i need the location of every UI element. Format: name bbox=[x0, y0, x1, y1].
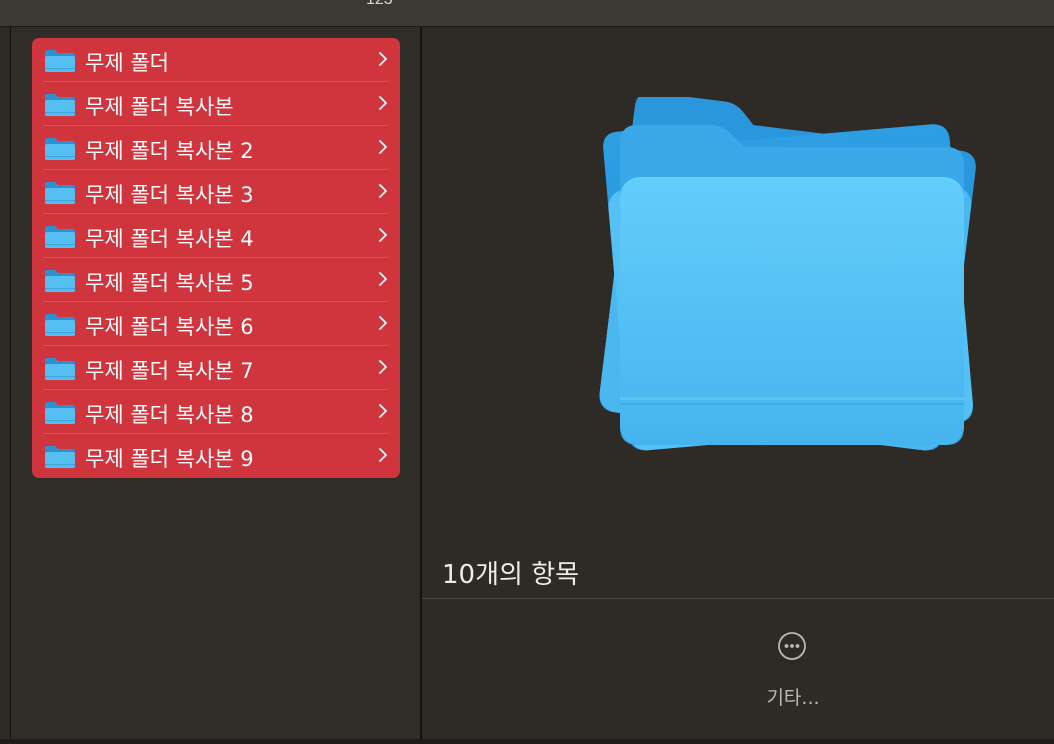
folder-icon bbox=[45, 358, 75, 380]
list-item-label: 무제 폴더 복사본 2 bbox=[85, 139, 254, 163]
selected-items-group: 무제 폴더 무제 폴더 복사본 무제 폴더 복사본 2 무제 폴더 복사본 3 … bbox=[32, 38, 400, 478]
list-item[interactable]: 무제 폴더 복사본 6 bbox=[32, 302, 400, 346]
list-item-label: 무제 폴더 복사본 9 bbox=[85, 447, 254, 471]
folder-icon bbox=[45, 138, 75, 160]
window-toolbar: 123 bbox=[0, 0, 1054, 27]
folder-list-column[interactable]: 무제 폴더 무제 폴더 복사본 무제 폴더 복사본 2 무제 폴더 복사본 3 … bbox=[11, 27, 422, 744]
chevron-right-icon bbox=[379, 96, 387, 110]
more-button[interactable]: 기타... bbox=[762, 627, 824, 711]
list-item-label: 무제 폴더 복사본 4 bbox=[85, 227, 254, 251]
folder-icon bbox=[45, 50, 75, 72]
stacked-folders-icon bbox=[599, 97, 976, 451]
list-item[interactable]: 무제 폴더 복사본 7 bbox=[32, 346, 400, 390]
chevron-right-icon bbox=[379, 404, 387, 418]
chevron-right-icon bbox=[379, 272, 387, 286]
chevron-right-icon bbox=[379, 140, 387, 154]
list-item[interactable]: 무제 폴더 bbox=[32, 38, 400, 82]
list-item[interactable]: 무제 폴더 복사본 2 bbox=[32, 126, 400, 170]
item-count-label: 10개의 항목 bbox=[442, 560, 580, 590]
folder-icon bbox=[45, 314, 75, 336]
list-item[interactable]: 무제 폴더 복사본 3 bbox=[32, 170, 400, 214]
more-label: 기타... bbox=[766, 687, 820, 709]
list-item-label: 무제 폴더 복사본 6 bbox=[85, 315, 254, 339]
folder-icon bbox=[45, 182, 75, 204]
list-item[interactable]: 무제 폴더 복사본 5 bbox=[32, 258, 400, 302]
chevron-right-icon bbox=[379, 360, 387, 374]
preview-pane: 10개의 항목 기타... bbox=[422, 27, 1054, 744]
list-item-label: 무제 폴더 복사본 7 bbox=[85, 359, 254, 383]
folder-icon bbox=[45, 226, 75, 248]
folder-icon bbox=[45, 270, 75, 292]
list-item[interactable]: 무제 폴더 복사본 4 bbox=[32, 214, 400, 258]
chevron-right-icon bbox=[379, 52, 387, 66]
chevron-right-icon bbox=[379, 184, 387, 198]
list-item[interactable]: 무제 폴더 복사본 9 bbox=[32, 434, 400, 478]
folder-icon bbox=[45, 446, 75, 468]
list-item[interactable]: 무제 폴더 복사본 bbox=[32, 82, 400, 126]
list-item-label: 무제 폴더 bbox=[85, 51, 169, 75]
chevron-right-icon bbox=[379, 228, 387, 242]
divider bbox=[422, 598, 1054, 599]
list-item-label: 무제 폴더 복사본 8 bbox=[85, 403, 254, 427]
window-title: 123 bbox=[366, 0, 393, 9]
chevron-right-icon bbox=[379, 448, 387, 462]
folder-icon bbox=[45, 94, 75, 116]
list-item-label: 무제 폴더 복사본 5 bbox=[85, 271, 254, 295]
list-item[interactable]: 무제 폴더 복사본 8 bbox=[32, 390, 400, 434]
previous-column[interactable] bbox=[0, 27, 11, 744]
list-item-label: 무제 폴더 복사본 bbox=[85, 95, 234, 119]
window-bottom-edge bbox=[0, 739, 1054, 744]
list-item-label: 무제 폴더 복사본 3 bbox=[85, 183, 254, 207]
ellipsis-circle-icon bbox=[778, 632, 806, 660]
folder-icon bbox=[45, 402, 75, 424]
chevron-right-icon bbox=[379, 316, 387, 330]
